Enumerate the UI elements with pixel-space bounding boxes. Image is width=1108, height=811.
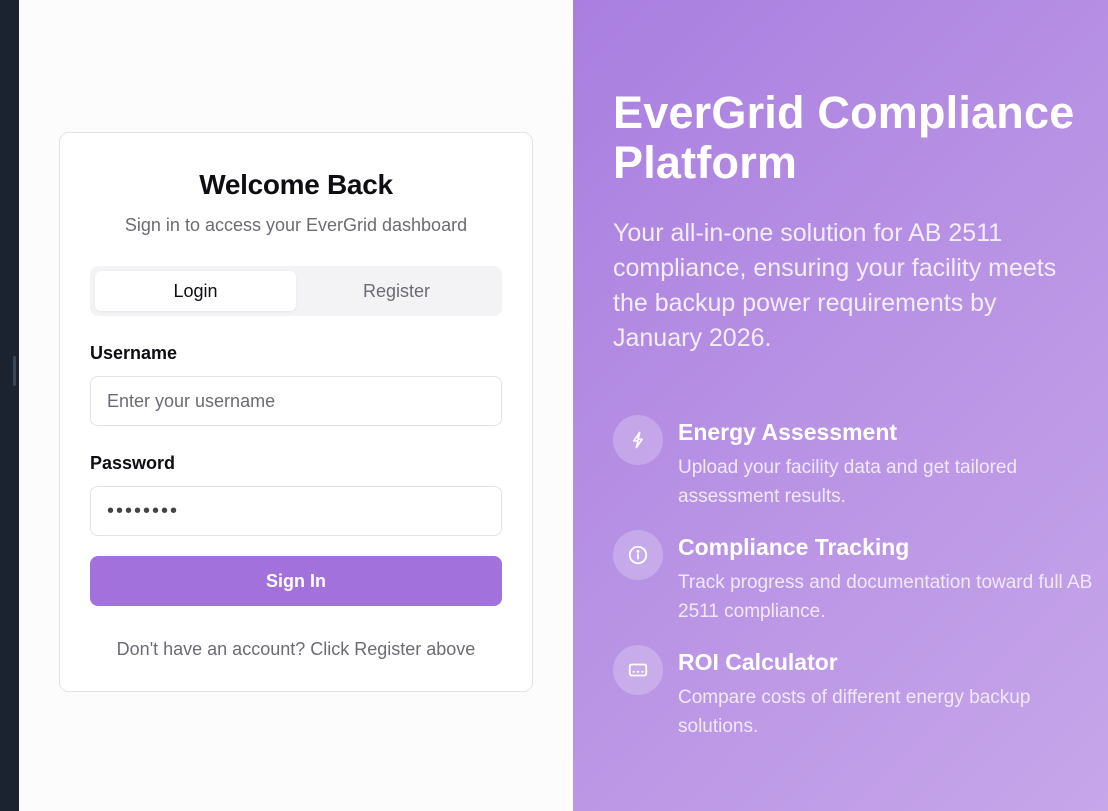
hero-title: EverGrid Compliance Platform bbox=[613, 87, 1075, 188]
tab-login[interactable]: Login bbox=[95, 271, 296, 311]
window-edge-handle bbox=[13, 356, 16, 386]
card-title: Welcome Back bbox=[199, 169, 393, 200]
hero-panel: EverGrid Compliance Platform Your all-in… bbox=[573, 0, 1108, 811]
feature-description: Track progress and documentation toward … bbox=[678, 572, 1093, 622]
auth-tabs: Login Register bbox=[90, 266, 502, 316]
login-panel: Welcome Back Sign in to access your Ever… bbox=[19, 0, 573, 811]
login-card: Welcome Back Sign in to access your Ever… bbox=[59, 132, 533, 692]
feature-compliance-tracking: Compliance Tracking Track progress and d… bbox=[613, 530, 1093, 630]
feature-roi-calculator: ROI Calculator Compare costs of differen… bbox=[613, 645, 1093, 745]
feature-energy-assessment: Energy Assessment Upload your facility d… bbox=[613, 415, 1093, 515]
card-subtitle: Sign in to access your EverGrid dashboar… bbox=[124, 215, 468, 235]
info-icon bbox=[613, 530, 663, 580]
register-hint: Don't have an account? Click Register ab… bbox=[116, 639, 476, 659]
background-window-edge bbox=[0, 0, 19, 811]
feature-description: Upload your facility data and get tailor… bbox=[678, 457, 1018, 507]
hero-description: Your all-in-one solution for AB 2511 com… bbox=[613, 219, 1057, 352]
sign-in-button[interactable]: Sign In bbox=[90, 556, 502, 606]
feature-title: Energy Assessment bbox=[678, 419, 898, 445]
feature-title: ROI Calculator bbox=[678, 649, 838, 675]
tab-register[interactable]: Register bbox=[296, 271, 497, 311]
password-input[interactable]: •••••••• bbox=[90, 486, 502, 536]
username-label: Username bbox=[90, 343, 178, 363]
calculator-icon bbox=[613, 645, 663, 695]
feature-title: Compliance Tracking bbox=[678, 534, 910, 560]
password-label: Password bbox=[90, 453, 176, 473]
username-input[interactable]: Enter your username bbox=[90, 376, 502, 426]
feature-description: Compare costs of different energy backup… bbox=[678, 687, 1031, 737]
bolt-icon bbox=[613, 415, 663, 465]
